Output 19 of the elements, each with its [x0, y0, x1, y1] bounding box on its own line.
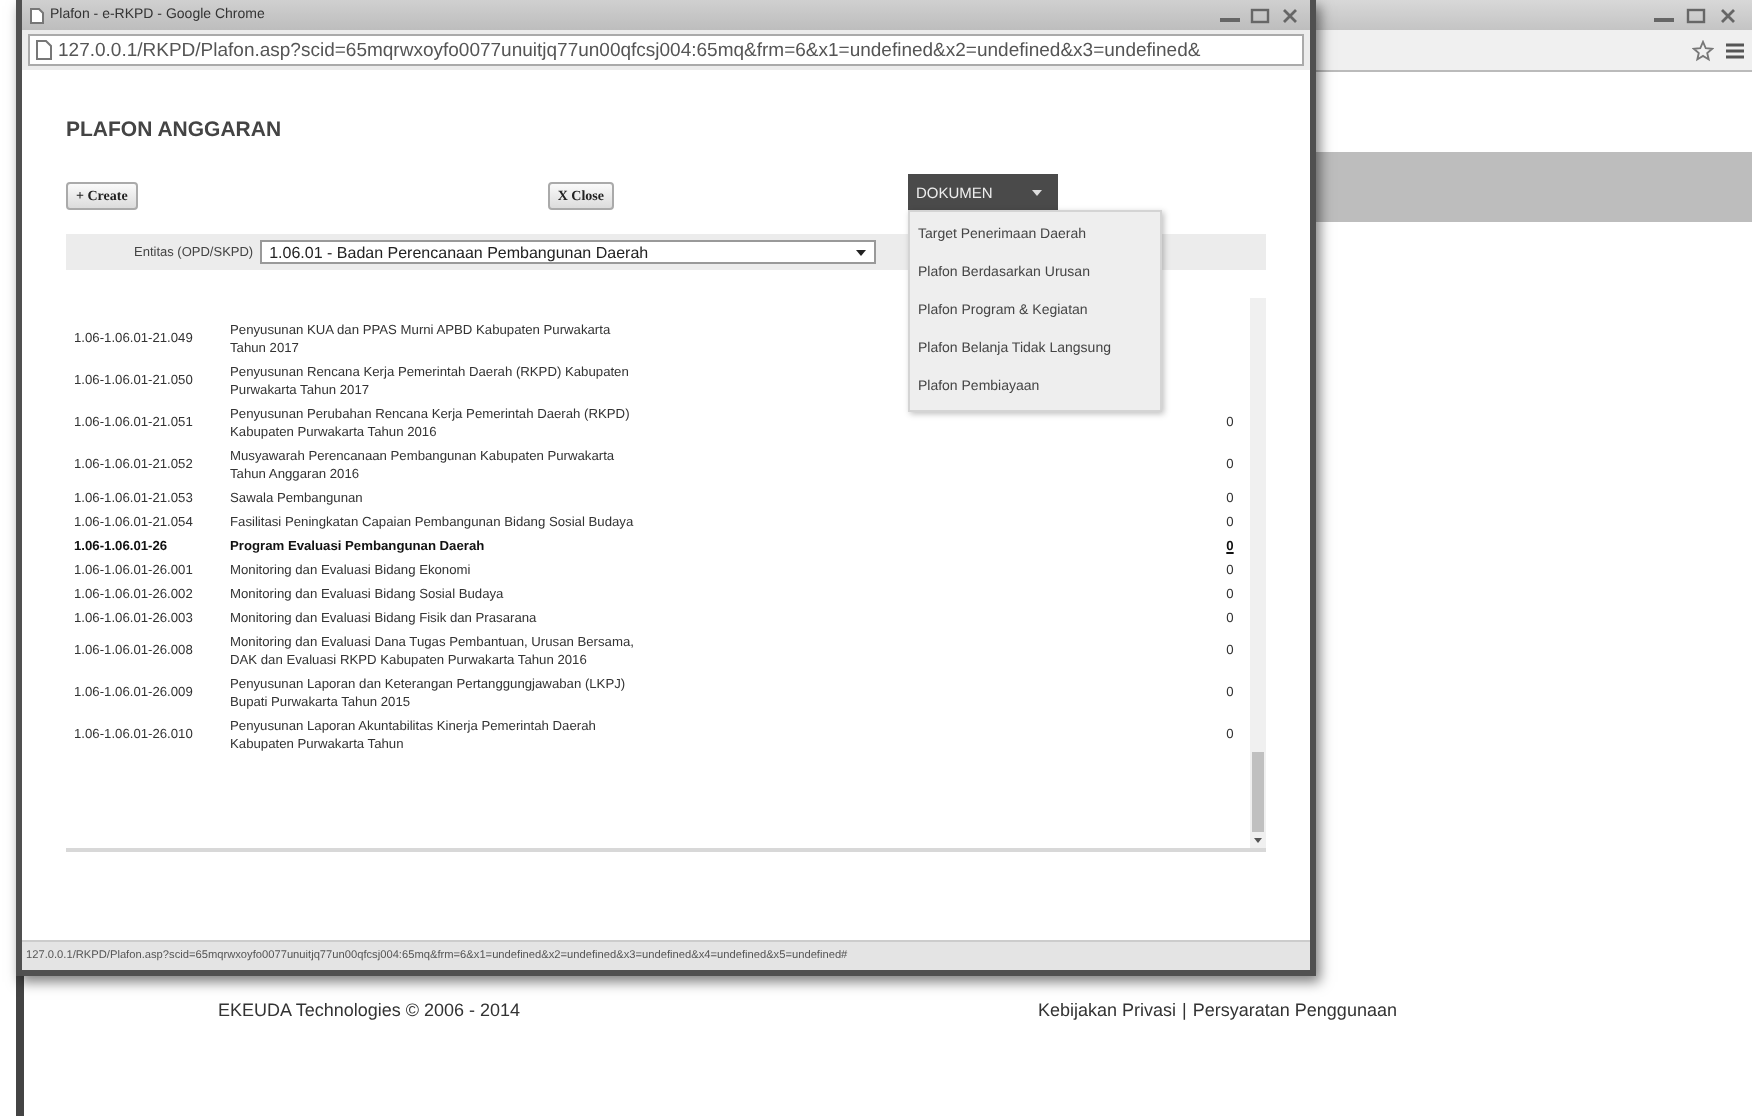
caret-icon	[1031, 189, 1042, 195]
menu-icon[interactable]	[1726, 41, 1744, 59]
star-icon[interactable]	[1692, 39, 1714, 61]
url-text: 127.0.0.1/RKPD/Plafon.asp?scid=65mqrwxoyfo0077unuitjq77un00qfcsj004:65mq&frm=6&x1=undefined&x2=undefined&x3=undefined&	[58, 39, 1201, 61]
address-bar[interactable]: 127.0.0.1/RKPD/Plafon.asp?scid=65mqrwxoyfo0077unuitjq77un00qfcsj004:65mq&frm=6&x1=undefined&x2=undefined&x3=undefined&	[28, 34, 1304, 66]
footer-link[interactable]: Persyaratan Penggunaan	[1192, 1000, 1397, 1020]
maximize-icon[interactable]	[1684, 7, 1708, 23]
separator-text: |	[1182, 1000, 1187, 1020]
close-icon[interactable]	[1716, 7, 1740, 23]
scrollbar-thumb[interactable]	[1252, 752, 1264, 832]
maximize-icon[interactable]	[1248, 7, 1272, 23]
footer-link[interactable]: Kebijakan Privasi	[1038, 1000, 1177, 1020]
page-heading: PLAFON ANGGARAN	[66, 118, 284, 142]
entitas-select[interactable]: 1.06.01 - Badan Perencanaan Pembangunan Daerah	[259, 240, 876, 264]
scroll-down-arrow-icon[interactable]	[1250, 832, 1266, 848]
page-icon	[30, 7, 44, 23]
copyright-text: EKEUDA Technologies © 2006 - 2014	[218, 1000, 523, 1020]
close-icon[interactable]	[1278, 7, 1302, 23]
dropdown-arrow-icon	[855, 249, 866, 255]
